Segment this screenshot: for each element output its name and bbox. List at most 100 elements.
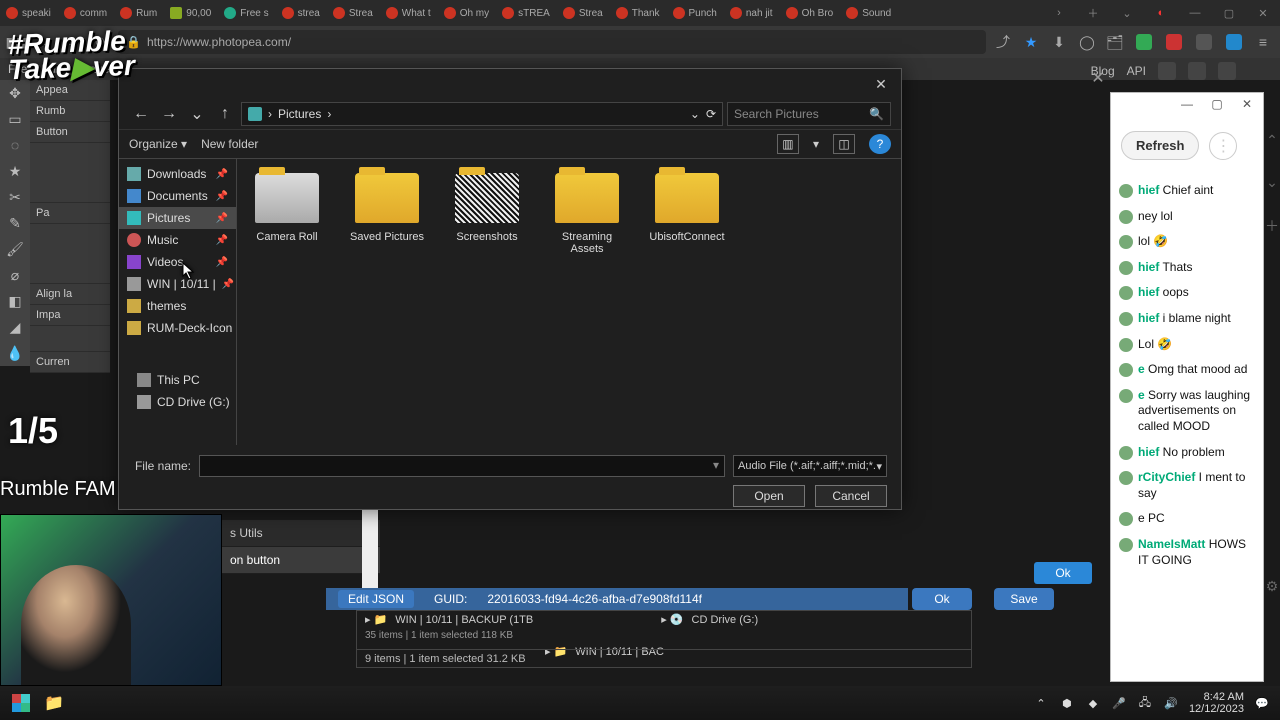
- menu-icon[interactable]: ≡: [1252, 31, 1274, 53]
- sidebar-item[interactable]: Music📌: [119, 229, 236, 251]
- extension-icon[interactable]: [1162, 30, 1186, 54]
- tab[interactable]: Oh my: [438, 0, 495, 26]
- tab[interactable]: Oh Bro: [780, 0, 840, 26]
- ok-button[interactable]: Ok: [1034, 562, 1092, 584]
- collections-icon[interactable]: 🗂: [1104, 31, 1126, 53]
- marquee-tool-icon[interactable]: ▭: [0, 106, 30, 132]
- chevron-down-icon[interactable]: ⌄: [690, 107, 700, 121]
- folder-item[interactable]: Saved Pictures: [349, 173, 425, 243]
- address-bar[interactable]: 🔒 https://www.photopea.com/: [118, 30, 986, 54]
- sidebar-item[interactable]: RUM-Deck-Icon: [119, 317, 236, 339]
- tray-icon[interactable]: ◆: [1085, 695, 1101, 711]
- link-api[interactable]: API: [1127, 64, 1146, 78]
- tray-icon[interactable]: ⬢: [1059, 695, 1075, 711]
- eyedropper-tool-icon[interactable]: ✎: [0, 210, 30, 236]
- blur-tool-icon[interactable]: 💧: [0, 340, 30, 366]
- crop-tool-icon[interactable]: ✂: [0, 184, 30, 210]
- breadcrumb-bar[interactable]: › Pictures › ⌄ ⟳: [241, 102, 723, 126]
- search-input[interactable]: Search Pictures 🔍: [727, 102, 891, 126]
- more-menu-button[interactable]: ⋮: [1209, 132, 1237, 160]
- filetype-select[interactable]: Audio File (*.aif;*.aiff;*.mid;*.m▾: [733, 455, 887, 477]
- refresh-button[interactable]: Refresh: [1121, 131, 1199, 160]
- chevron-down-icon[interactable]: ▾: [813, 137, 819, 151]
- sidebar-item[interactable]: Pictures📌: [119, 207, 236, 229]
- chevron-down-icon[interactable]: ⌄: [1264, 174, 1280, 190]
- tab[interactable]: Thank: [610, 0, 666, 26]
- tab[interactable]: Strea: [327, 0, 379, 26]
- tab[interactable]: strea: [276, 0, 326, 26]
- filename-input[interactable]: [199, 455, 725, 477]
- tab-overflow-icon[interactable]: ⌄: [1110, 7, 1144, 20]
- folder-item[interactable]: UbisoftConnect: [649, 173, 725, 243]
- tab-scroll-right-icon[interactable]: ›: [1042, 7, 1076, 19]
- tray-chevron-icon[interactable]: ⌃: [1033, 695, 1049, 711]
- microphone-icon[interactable]: 🎤: [1111, 695, 1127, 711]
- tab[interactable]: comm: [58, 0, 113, 26]
- tab[interactable]: Free s: [218, 0, 274, 26]
- plus-icon[interactable]: ＋: [1264, 216, 1280, 232]
- extension-icon[interactable]: [1192, 30, 1216, 54]
- tab[interactable]: Rum: [114, 0, 163, 26]
- clone-tool-icon[interactable]: ⌀: [0, 262, 30, 288]
- organize-menu[interactable]: Organize ▾: [129, 137, 187, 151]
- tab[interactable]: speaki: [0, 0, 57, 26]
- lasso-tool-icon[interactable]: ◌: [0, 132, 30, 158]
- gradient-tool-icon[interactable]: ◢: [0, 314, 30, 340]
- brush-tool-icon[interactable]: 🖌: [0, 236, 30, 262]
- gear-icon[interactable]: ⚙: [1264, 578, 1280, 594]
- facebook-icon[interactable]: [1218, 62, 1236, 80]
- share-icon[interactable]: ⤴: [992, 31, 1014, 53]
- tab[interactable]: Punch: [667, 0, 723, 26]
- preview-pane-button[interactable]: ◫: [833, 134, 855, 154]
- edit-json-button[interactable]: Edit JSON: [338, 590, 414, 608]
- sidebar-item[interactable]: This PC: [119, 369, 236, 391]
- extension-icon[interactable]: [1222, 30, 1246, 54]
- tab[interactable]: nah jit: [724, 0, 779, 26]
- window-minimize-button[interactable]: —: [1177, 97, 1197, 111]
- tab[interactable]: Sound: [840, 0, 897, 26]
- tab[interactable]: Strea: [557, 0, 609, 26]
- bookmark-icon[interactable]: ★: [1020, 31, 1042, 53]
- network-icon[interactable]: 🖧: [1137, 695, 1153, 711]
- save-button[interactable]: Save: [994, 588, 1054, 610]
- refresh-icon[interactable]: ⟳: [706, 107, 716, 121]
- extension-icon[interactable]: [1132, 30, 1156, 54]
- new-folder-button[interactable]: New folder: [201, 137, 258, 151]
- taskbar-clock[interactable]: 8:42 AM 12/12/2023: [1189, 691, 1244, 715]
- nav-forward-button[interactable]: →: [157, 102, 181, 126]
- view-mode-button[interactable]: ▥: [777, 134, 799, 154]
- sidebar-item[interactable]: Videos📌: [119, 251, 236, 273]
- dialog-close-button[interactable]: ✕: [867, 73, 895, 95]
- sidebar-item[interactable]: WIN | 10/11 |📌: [119, 273, 236, 295]
- panel-close-icon[interactable]: ✕: [1088, 68, 1108, 88]
- ok-button[interactable]: Ok: [912, 588, 972, 610]
- eraser-tool-icon[interactable]: ◧: [0, 288, 30, 314]
- wand-tool-icon[interactable]: ★: [0, 158, 30, 184]
- profile-icon[interactable]: ◯: [1076, 31, 1098, 53]
- tab[interactable]: 90,00: [164, 0, 217, 26]
- tab[interactable]: sTREA: [496, 0, 556, 26]
- open-button[interactable]: Open: [733, 485, 805, 507]
- nav-up-button[interactable]: ↑: [213, 102, 237, 126]
- window-maximize-button[interactable]: ▢: [1212, 0, 1246, 26]
- twitter-icon[interactable]: [1188, 62, 1206, 80]
- volume-icon[interactable]: 🔊: [1163, 695, 1179, 711]
- reddit-icon[interactable]: [1158, 62, 1176, 80]
- window-minimize-button[interactable]: —: [1178, 0, 1212, 26]
- sidebar-item[interactable]: Documents📌: [119, 185, 236, 207]
- help-button[interactable]: ?: [869, 134, 891, 154]
- sidebar-item[interactable]: Downloads📌: [119, 163, 236, 185]
- taskbar-app-icon[interactable]: 📁: [40, 689, 68, 717]
- start-button[interactable]: [6, 688, 36, 718]
- sidebar-item[interactable]: CD Drive (G:): [119, 391, 236, 413]
- folder-item[interactable]: Screenshots: [449, 173, 525, 243]
- opera-icon[interactable]: ◐: [1144, 7, 1178, 19]
- chevron-down-icon[interactable]: ▾: [713, 458, 719, 472]
- nav-recent-dropdown[interactable]: ⌄: [185, 102, 209, 126]
- window-close-button[interactable]: ✕: [1237, 97, 1257, 111]
- notifications-icon[interactable]: 💬: [1254, 695, 1270, 711]
- window-maximize-button[interactable]: ▢: [1207, 97, 1227, 111]
- folder-item[interactable]: Streaming Assets: [549, 173, 625, 255]
- new-tab-button[interactable]: ＋: [1076, 5, 1110, 21]
- chat-message-list[interactable]: hief Chief aintney lollol 🤣hief Thatshie…: [1111, 178, 1263, 658]
